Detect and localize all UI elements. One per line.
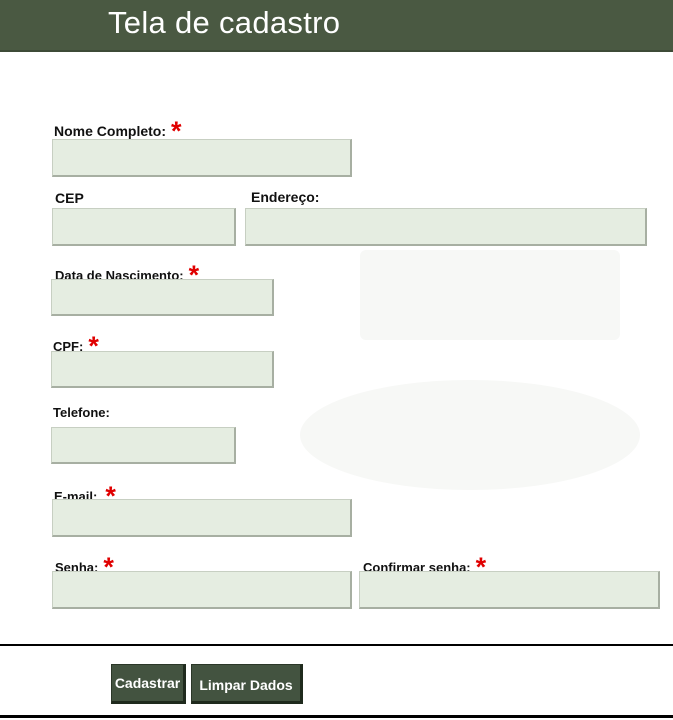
endereco-input[interactable] — [245, 208, 647, 246]
endereco-label-text: Endereço: — [251, 189, 320, 205]
nome-label-text: Nome Completo: — [54, 123, 166, 139]
cep-label-text: CEP — [55, 190, 84, 206]
confirmar-senha-input[interactable] — [359, 571, 660, 609]
telefone-input[interactable] — [51, 427, 236, 464]
senha-input[interactable] — [52, 571, 352, 609]
cep-input[interactable] — [52, 208, 236, 246]
page-title: Tela de cadastro — [108, 5, 341, 40]
divider-top — [0, 644, 673, 646]
telefone-label-text: Telefone: — [53, 405, 110, 420]
cpf-input[interactable] — [51, 351, 274, 388]
cadastrar-button[interactable]: Cadastrar — [111, 664, 186, 704]
background-shape — [300, 380, 640, 490]
telefone-label: Telefone: — [53, 405, 110, 420]
endereco-label: Endereço: — [251, 189, 319, 205]
nascimento-input[interactable] — [51, 279, 274, 316]
divider-bottom — [0, 715, 673, 718]
cep-label: CEP — [55, 190, 84, 206]
nome-input[interactable] — [52, 139, 352, 177]
header-bar: Tela de cadastro — [0, 0, 673, 52]
email-input[interactable] — [52, 499, 352, 537]
background-shape — [360, 250, 620, 340]
limpar-dados-button[interactable]: Limpar Dados — [191, 664, 303, 704]
